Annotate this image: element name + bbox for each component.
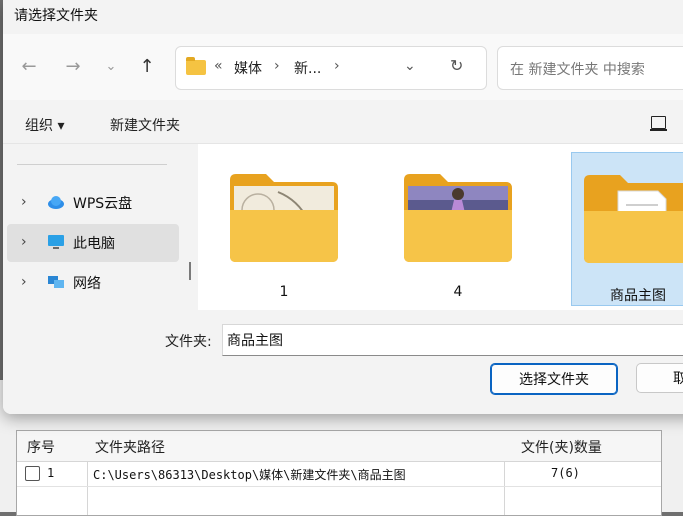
titlebar: 请选择文件夹 [3,0,683,30]
folder-table: 序号 文件夹路径 文件(夹)数量 1 C:\Users\86313\Deskto… [16,430,662,516]
navigation-bar: ← → ⌄ ↑ « 媒体 › 新... › ⌄ ↻ 在 新建文件夹 中搜索 [3,34,683,100]
refresh-icon[interactable]: ↻ [450,56,463,75]
col-count-header: 文件(夹)数量 [521,440,602,456]
folder-label: 4 [453,284,463,300]
folder-picker-dialog: 请选择文件夹 ← → ⌄ ↑ « 媒体 › 新... › ⌄ ↻ 在 新建文件夹… [3,0,683,414]
folder-field-label: 文件夹: [165,334,212,350]
folder-item[interactable]: 4 [392,152,524,304]
sidebar-item-label: 网络 [73,276,101,292]
row-index: 1 [47,466,55,480]
organize-button[interactable]: 组织 ▾ [25,115,64,135]
dialog-title: 请选择文件夹 [14,8,98,24]
search-input[interactable]: 在 新建文件夹 中搜索 [497,46,683,90]
navigation-pane: › WPS云盘 › 此电脑 › 网络 [3,144,186,310]
row-path: C:\Users\86313\Desktop\媒体\新建文件夹\商品主图 [93,468,406,482]
sidebar-item-label: 此电脑 [73,236,115,252]
sidebar-item-this-pc[interactable]: › 此电脑 [7,224,179,262]
chevron-right-icon[interactable]: › [21,194,27,210]
chevron-down-icon[interactable]: ⌄ [404,58,416,74]
arrow-up-icon[interactable]: ↑ [133,52,161,80]
search-placeholder: 在 新建文件夹 中搜索 [510,62,645,78]
folder-name-value: 商品主图 [227,333,283,349]
row-checkbox[interactable] [25,466,40,481]
folder-name-field[interactable]: 商品主图 [222,324,683,356]
folder-item-selected[interactable]: 商品主图 [571,152,683,306]
breadcrumb-overflow[interactable]: « [214,58,223,74]
arrow-right-icon[interactable]: → [59,52,87,80]
chevron-right-icon[interactable]: › [21,234,27,250]
folder-icon [186,57,206,75]
dialog-footer: 文件夹: 商品主图 选择文件夹 取 [3,311,683,414]
table-row[interactable]: 1 C:\Users\86313\Desktop\媒体\新建文件夹\商品主图 7… [17,462,661,487]
network-icon [48,276,64,288]
divider [17,164,167,165]
folder-label: 1 [279,284,289,300]
folder-label: 商品主图 [610,288,666,304]
col-index-header: 序号 [27,440,55,456]
breadcrumb-item[interactable]: 新... [294,58,321,78]
new-folder-button[interactable]: 新建文件夹 [110,115,180,135]
command-bar: 组织 ▾ 新建文件夹 [3,103,683,144]
view-mode-icon[interactable] [650,116,667,131]
sidebar-item-wps-cloud[interactable]: › WPS云盘 [7,184,179,222]
computer-icon [48,235,64,249]
sidebar-item-label: WPS云盘 [73,196,133,212]
table-header: 序号 文件夹路径 文件(夹)数量 [17,431,661,462]
folder-item[interactable]: 1 [218,152,350,304]
cancel-button[interactable]: 取 [636,363,683,393]
folder-icon [230,174,338,262]
breadcrumb-separator: › [274,58,280,74]
address-bar[interactable]: « 媒体 › 新... › ⌄ ↻ [175,46,487,90]
col-path-header: 文件夹路径 [95,440,165,456]
cloud-icon [48,196,64,209]
arrow-left-icon[interactable]: ← [15,52,43,80]
scrollbar[interactable] [189,262,191,280]
sidebar-item-network[interactable]: › 网络 [7,264,179,302]
row-count: 7(6) [551,466,580,480]
breadcrumb-separator: › [334,58,340,74]
select-folder-button[interactable]: 选择文件夹 [490,363,618,395]
breadcrumb-item[interactable]: 媒体 [234,58,262,78]
chevron-right-icon[interactable]: › [21,274,27,290]
folder-icon [584,175,683,263]
file-list: 1 4 商品主图 [198,144,683,310]
chevron-down-icon[interactable]: ⌄ [97,52,125,80]
folder-icon [404,174,512,262]
